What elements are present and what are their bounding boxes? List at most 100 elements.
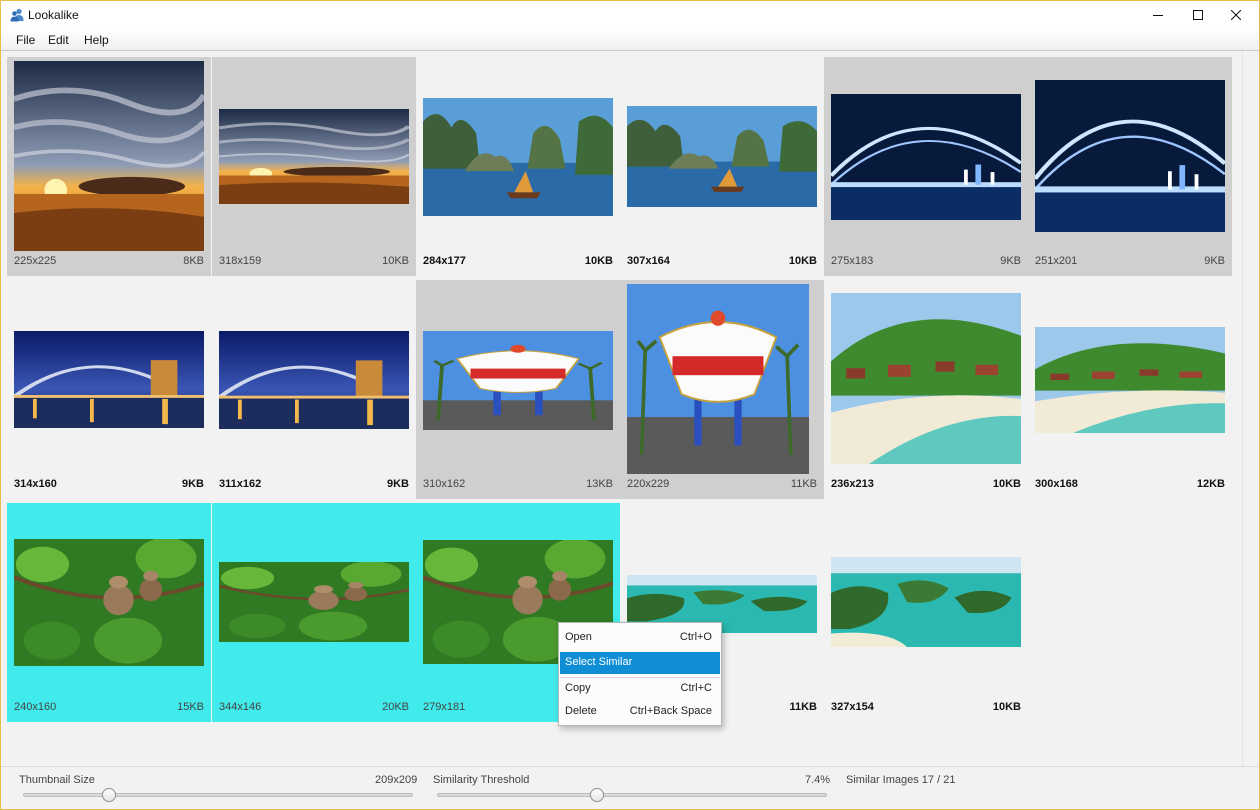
gallery-item[interactable]: 318x159 10KB	[212, 57, 416, 276]
similarity-threshold-label: Similarity Threshold	[433, 774, 530, 786]
image-caption: 240x160 15KB	[14, 701, 204, 715]
menu-edit[interactable]: Edit	[48, 33, 69, 47]
image-file-size: 10KB	[382, 255, 409, 267]
image-dimensions: 310x162	[423, 478, 466, 490]
menu-bar: File Edit Help	[1, 29, 1259, 51]
window-title: Lookalike	[28, 8, 79, 22]
image-file-size: 10KB	[992, 701, 1021, 713]
thumbnail-image[interactable]	[423, 98, 613, 216]
image-caption: 220x229 11KB	[627, 478, 817, 492]
ctx-delete[interactable]: Delete Ctrl+Back Space	[560, 701, 720, 723]
gallery-item[interactable]: 275x183 9KB	[824, 57, 1028, 276]
image-dimensions: 344x146	[219, 701, 262, 713]
gallery-item[interactable]: 236x213 10KB	[824, 280, 1028, 499]
gallery-item[interactable]: 311x162 9KB	[212, 280, 416, 499]
image-dimensions: 307x164	[627, 255, 670, 267]
image-caption: 314x160 9KB	[14, 478, 204, 492]
image-dimensions: 220x229	[627, 478, 670, 490]
ctx-copy[interactable]: Copy Ctrl+C	[560, 678, 720, 700]
gallery-item[interactable]: 240x160 15KB	[7, 503, 211, 722]
menu-help[interactable]: Help	[84, 33, 109, 47]
gallery-item[interactable]: 314x160 9KB	[7, 280, 211, 499]
context-menu: Open Ctrl+O Select Similar Copy Ctrl+C D…	[558, 622, 722, 726]
gallery-item[interactable]: 300x168 12KB	[1028, 280, 1232, 499]
gallery-item[interactable]: 307x164 10KB	[620, 57, 824, 276]
image-file-size: 11KB	[789, 701, 817, 713]
thumbnail-image[interactable]	[1035, 327, 1225, 433]
gallery-item[interactable]: 251x201 9KB	[1028, 57, 1232, 276]
minimize-icon	[1153, 10, 1163, 20]
ctx-select-similar-label: Select Similar	[565, 656, 633, 668]
thumbnail-size-slider[interactable]	[23, 793, 413, 797]
image-dimensions: 327x154	[831, 701, 874, 713]
ctx-delete-shortcut: Ctrl+Back Space	[629, 705, 712, 717]
thumbnail-image[interactable]	[831, 94, 1021, 220]
gallery-item[interactable]: 284x177 10KB	[416, 57, 620, 276]
thumbnail-image[interactable]	[14, 539, 204, 666]
thumbnail-image[interactable]	[423, 331, 613, 430]
ctx-open-shortcut: Ctrl+O	[679, 631, 712, 643]
thumbnail-size-value: 209x209	[375, 774, 418, 786]
ctx-select-similar[interactable]: Select Similar	[560, 652, 720, 674]
image-file-size: 9KB	[181, 478, 204, 490]
close-icon	[1231, 10, 1241, 20]
people-icon	[10, 8, 24, 22]
image-caption: 251x201 9KB	[1035, 255, 1225, 269]
image-file-size: 20KB	[382, 701, 409, 713]
status-bar: Thumbnail Size 209x209 Similarity Thresh…	[1, 766, 1259, 809]
ctx-copy-label: Copy	[565, 682, 591, 694]
image-caption: 344x146 20KB	[219, 701, 409, 715]
image-dimensions: 300x168	[1035, 478, 1078, 490]
image-dimensions: 275x183	[831, 255, 874, 267]
ctx-copy-shortcut: Ctrl+C	[680, 682, 712, 694]
image-caption: 300x168 12KB	[1035, 478, 1225, 492]
image-file-size: 10KB	[788, 255, 817, 267]
image-dimensions: 314x160	[14, 478, 57, 490]
gallery-item[interactable]: 225x225 8KB	[7, 57, 211, 276]
thumbnail-image[interactable]	[831, 293, 1021, 464]
ctx-delete-label: Delete	[565, 705, 597, 717]
close-button[interactable]	[1213, 1, 1259, 29]
image-caption: 307x164 10KB	[627, 255, 817, 269]
thumbnail-image[interactable]	[831, 557, 1021, 647]
gallery-item[interactable]: 327x154 10KB	[824, 503, 1028, 722]
image-caption: 311x162 9KB	[219, 478, 409, 492]
thumbnail-image[interactable]	[219, 331, 409, 429]
thumbnail-image[interactable]	[219, 109, 409, 204]
image-caption: 236x213 10KB	[831, 478, 1021, 492]
thumbnail-size-label: Thumbnail Size	[19, 774, 95, 786]
image-caption: 284x177 10KB	[423, 255, 613, 269]
thumbnail-image[interactable]	[627, 106, 817, 207]
gallery-scrollbar[interactable]	[1242, 52, 1259, 766]
menu-file[interactable]: File	[16, 33, 35, 47]
image-dimensions: 284x177	[423, 255, 466, 267]
image-dimensions: 236x213	[831, 478, 874, 490]
image-caption: 327x154 10KB	[831, 701, 1021, 715]
thumbnail-image[interactable]	[14, 331, 204, 428]
gallery-item[interactable]: 344x146 20KB	[212, 503, 416, 722]
thumbnail-size-slider-thumb[interactable]	[101, 788, 116, 802]
image-caption: 225x225 8KB	[14, 255, 204, 269]
image-file-size: 13KB	[586, 478, 613, 490]
image-dimensions: 251x201	[1035, 255, 1078, 267]
gallery-item[interactable]: 220x229 11KB	[620, 280, 824, 499]
ctx-open-label: Open	[565, 631, 592, 643]
image-file-size: 9KB	[386, 478, 409, 490]
app-window: Lookalike File Edit Help 225x225 8KB 318…	[0, 0, 1260, 810]
image-file-size: 10KB	[992, 478, 1021, 490]
image-file-size: 11KB	[790, 478, 817, 490]
thumbnail-image[interactable]	[14, 61, 204, 251]
image-file-size: 10KB	[584, 255, 613, 267]
thumbnail-image[interactable]	[219, 562, 409, 642]
image-dimensions: 279x181	[423, 701, 466, 713]
gallery-item[interactable]: 310x162 13KB	[416, 280, 620, 499]
similarity-threshold-slider-thumb[interactable]	[589, 788, 604, 802]
similarity-threshold-slider[interactable]	[437, 793, 827, 797]
image-file-size: 9KB	[1000, 255, 1021, 267]
ctx-open[interactable]: Open Ctrl+O	[560, 627, 720, 649]
title-bar: Lookalike	[1, 1, 1259, 29]
thumbnail-image[interactable]	[1035, 80, 1225, 232]
image-file-size: 8KB	[183, 255, 204, 267]
similarity-threshold-value: 7.4%	[805, 774, 831, 786]
thumbnail-image[interactable]	[627, 284, 809, 474]
